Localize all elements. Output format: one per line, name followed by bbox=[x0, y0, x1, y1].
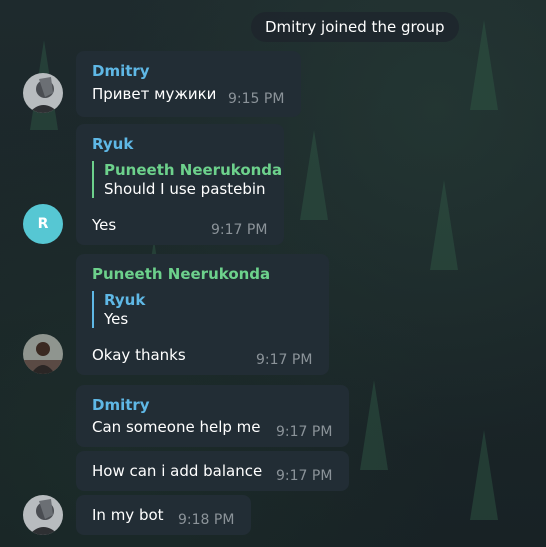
reply-sender: Puneeth Neerukonda bbox=[104, 161, 283, 179]
message-time: 9:17 PM bbox=[256, 352, 313, 368]
message-bubble[interactable]: Dmitry Привет мужики 9:15 PM bbox=[76, 51, 301, 117]
reply-sender: Ryuk bbox=[104, 291, 146, 309]
message-time: 9:17 PM bbox=[276, 468, 333, 484]
message-time: 9:15 PM bbox=[228, 91, 285, 107]
message-time: 9:17 PM bbox=[276, 424, 333, 440]
message-text: Yes bbox=[92, 216, 117, 234]
user-photo-icon bbox=[23, 495, 63, 535]
message-bubble[interactable]: In my bot 9:18 PM bbox=[76, 495, 251, 535]
user-photo-icon bbox=[23, 334, 63, 374]
message-time: 9:17 PM bbox=[211, 222, 268, 238]
reply-text: Yes bbox=[104, 310, 129, 328]
message-text: Привет мужики bbox=[92, 85, 217, 103]
tree-decoration bbox=[470, 430, 498, 520]
message-text: How can i add balance bbox=[92, 462, 263, 480]
reply-quote[interactable]: Ryuk Yes bbox=[92, 291, 145, 328]
avatar-puneeth[interactable] bbox=[23, 334, 63, 374]
tree-decoration bbox=[470, 20, 498, 110]
sender-name[interactable]: Dmitry bbox=[92, 396, 150, 414]
sender-name[interactable]: Puneeth Neerukonda bbox=[92, 265, 270, 283]
avatar-dmitry[interactable] bbox=[23, 73, 63, 113]
message-text: In my bot bbox=[92, 506, 164, 524]
sender-name[interactable]: Ryuk bbox=[92, 135, 133, 153]
message-text: Can someone help me bbox=[92, 418, 261, 436]
avatar-dmitry[interactable] bbox=[23, 495, 63, 535]
tree-decoration bbox=[300, 130, 328, 220]
user-photo-icon bbox=[23, 73, 63, 113]
service-message: Dmitry joined the group bbox=[251, 12, 459, 42]
reply-text: Should I use pastebin bbox=[104, 180, 266, 198]
message-bubble[interactable]: How can i add balance 9:17 PM bbox=[76, 451, 349, 491]
message-bubble[interactable]: Dmitry Can someone help me 9:17 PM bbox=[76, 385, 349, 447]
message-text: Okay thanks bbox=[92, 346, 186, 364]
sender-name[interactable]: Dmitry bbox=[92, 62, 150, 80]
message-bubble[interactable]: Ryuk Puneeth Neerukonda Should I use pas… bbox=[76, 124, 284, 245]
tree-decoration bbox=[360, 380, 388, 470]
message-bubble[interactable]: Puneeth Neerukonda Ryuk Yes Okay thanks … bbox=[76, 254, 329, 375]
tree-decoration bbox=[430, 180, 458, 270]
message-time: 9:18 PM bbox=[178, 512, 235, 528]
avatar-ryuk[interactable]: R bbox=[23, 204, 63, 244]
reply-quote[interactable]: Puneeth Neerukonda Should I use pastebin bbox=[92, 161, 282, 198]
